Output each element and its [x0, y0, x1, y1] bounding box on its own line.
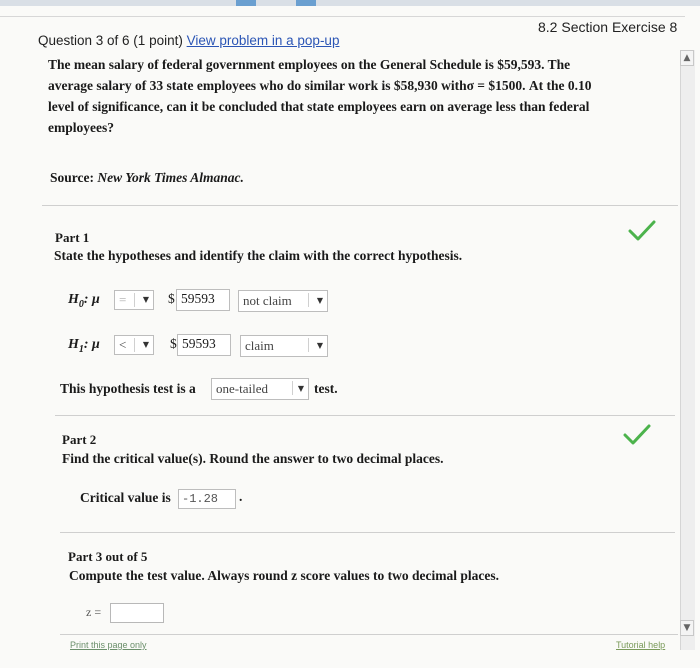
- popup-link[interactable]: View problem in a pop-up: [187, 33, 340, 48]
- test-suffix: test.: [314, 381, 338, 396]
- test-type-value: one-tailed: [216, 381, 268, 396]
- problem-line: level of significance, can it be conclud…: [48, 99, 590, 114]
- footer-divider: [60, 634, 678, 635]
- source-line: Source: New York Times Almanac.: [50, 170, 244, 186]
- part1-heading: Part 1: [55, 230, 90, 245]
- part2-heading: Part 2: [62, 432, 97, 447]
- part3-instruction: Compute the test value. Always round z s…: [69, 568, 499, 583]
- chevron-down-icon: ▼: [142, 340, 149, 349]
- chevron-down-icon: ▼: [316, 341, 323, 350]
- check-icon: [628, 220, 656, 241]
- section-divider: [60, 532, 675, 533]
- h1-operator-select[interactable]: < ▼: [114, 335, 154, 355]
- scroll-up-icon[interactable]: ▲: [680, 50, 694, 66]
- scroll-down-icon[interactable]: ▼: [680, 620, 694, 636]
- source-name: New York Times Almanac.: [97, 170, 244, 185]
- tab-indicator: [296, 0, 316, 6]
- h1-claim-select[interactable]: claim ▼: [240, 335, 328, 357]
- section-title: 8.2 Section Exercise 8: [538, 19, 678, 35]
- problem-line: employees?: [48, 120, 114, 135]
- h1-value-input[interactable]: 59593: [177, 334, 231, 356]
- problem-line: The mean salary of federal government em…: [48, 57, 571, 72]
- part3-heading: Part 3 out of 5: [68, 549, 148, 564]
- critical-suffix: .: [239, 489, 243, 504]
- part2-instruction: Find the critical value(s). Round the an…: [62, 451, 444, 466]
- critical-label: Critical value is: [80, 490, 171, 505]
- source-label: Source:: [50, 170, 94, 185]
- part1-instruction: State the hypotheses and identify the cl…: [54, 248, 463, 263]
- h0-claim-value: not claim: [243, 293, 292, 308]
- check-icon: [623, 424, 651, 445]
- section-divider: [55, 415, 675, 416]
- z-label: z =: [86, 605, 102, 619]
- problem-line: average salary of 33 state employees who…: [48, 78, 592, 93]
- top-bar: [0, 0, 700, 6]
- h0-value-input[interactable]: 59593: [176, 289, 230, 311]
- h0-operator-value: =: [119, 292, 127, 307]
- tutorial-help-link[interactable]: Tutorial help: [616, 640, 665, 650]
- section-divider: [42, 205, 678, 206]
- chevron-down-icon: ▼: [297, 384, 304, 393]
- h1-claim-value: claim: [245, 338, 274, 353]
- h0-operator-select[interactable]: = ▼: [114, 290, 154, 310]
- z-value-input[interactable]: [110, 603, 164, 623]
- test-type-select[interactable]: one-tailed ▼: [211, 378, 309, 400]
- critical-value-input[interactable]: -1.28: [178, 489, 236, 509]
- test-prefix: This hypothesis test is a: [60, 381, 196, 396]
- chevron-down-icon: ▼: [316, 296, 323, 305]
- h0-claim-select[interactable]: not claim ▼: [238, 290, 328, 312]
- question-label: Question 3 of 6 (1 point): [38, 33, 183, 48]
- h1-operator-value: <: [119, 337, 127, 352]
- question-line: Question 3 of 6 (1 point) View problem i…: [38, 33, 339, 48]
- chevron-down-icon: ▼: [142, 295, 149, 304]
- print-page-link[interactable]: Print this page only: [70, 640, 147, 650]
- tab-indicator: [236, 0, 256, 6]
- h1-label: H1: μ: [68, 337, 100, 355]
- scrollbar[interactable]: [680, 50, 695, 650]
- header-divider: [0, 16, 685, 17]
- h0-label: H0: μ: [68, 292, 100, 310]
- h1-currency: $: [170, 336, 177, 351]
- h0-currency: $: [168, 291, 175, 306]
- problem-statement: The mean salary of federal government em…: [48, 54, 664, 138]
